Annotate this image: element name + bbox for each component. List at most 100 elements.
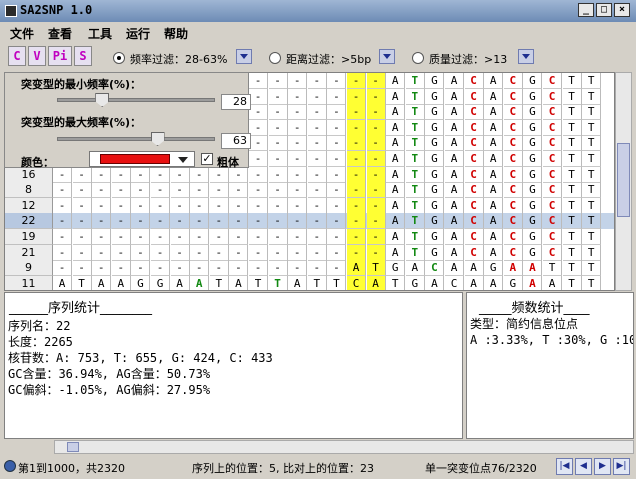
horizontal-scroll-thumb[interactable]: [67, 442, 79, 452]
alignment-cell[interactable]: T: [582, 213, 602, 230]
alignment-cell[interactable]: T: [582, 104, 602, 121]
close-button[interactable]: ×: [614, 3, 630, 17]
table-row[interactable]: 11 A T A A G G A A T A T T A T T C A T G A C A A G A A T T: [5, 275, 614, 290]
alignment-cell[interactable]: C: [503, 244, 523, 261]
alignment-cell[interactable]: A: [386, 151, 406, 167]
alignment-cell[interactable]: -: [92, 260, 112, 277]
horizontal-scrollbar[interactable]: [54, 440, 634, 454]
alignment-cell[interactable]: -: [190, 197, 210, 214]
alignment-cell[interactable]: -: [347, 197, 366, 214]
alignment-cell[interactable]: T: [405, 151, 425, 167]
alignment-cell[interactable]: C: [464, 88, 484, 105]
alignment-cell[interactable]: T: [405, 119, 425, 136]
alignment-cell[interactable]: -: [366, 88, 386, 105]
alignment-cell[interactable]: A: [386, 182, 406, 199]
alignment-cell[interactable]: A: [484, 229, 504, 245]
alignment-cell[interactable]: -: [249, 73, 268, 89]
alignment-cell[interactable]: -: [327, 229, 347, 245]
alignment-cell[interactable]: C: [503, 229, 523, 245]
alignment-cell[interactable]: -: [72, 229, 92, 245]
alignment-cell[interactable]: T: [582, 275, 602, 290]
alignment-cell[interactable]: T: [582, 119, 602, 136]
alignment-cell[interactable]: -: [111, 260, 131, 277]
alignment-cell[interactable]: G: [425, 119, 445, 136]
alignment-cell[interactable]: A: [445, 119, 464, 136]
bold-checkbox[interactable]: ✓: [201, 153, 213, 165]
alignment-cell[interactable]: T: [249, 275, 268, 290]
alignment-cell[interactable]: C: [503, 88, 523, 105]
alignment-cell[interactable]: A: [445, 182, 464, 199]
alignment-cell[interactable]: -: [327, 88, 347, 105]
previous-page-icon[interactable]: ◀: [575, 458, 592, 475]
alignment-cell[interactable]: A: [112, 275, 131, 290]
alignment-cell[interactable]: -: [131, 229, 151, 245]
alignment-cell[interactable]: -: [111, 229, 131, 245]
alignment-cell[interactable]: G: [425, 135, 445, 152]
alignment-cell[interactable]: G: [131, 275, 151, 290]
alignment-cell[interactable]: -: [131, 244, 151, 261]
alignment-cell[interactable]: -: [249, 229, 268, 245]
alignment-cell[interactable]: C: [543, 166, 562, 183]
alignment-cell[interactable]: -: [131, 182, 151, 199]
alignment-cell[interactable]: T: [405, 197, 425, 214]
alignment-cell[interactable]: C: [464, 119, 484, 136]
alignment-cell[interactable]: G: [425, 213, 445, 230]
alignment-cell[interactable]: T: [366, 260, 386, 277]
alignment-cell[interactable]: A: [445, 104, 464, 121]
alignment-cell[interactable]: -: [288, 135, 308, 152]
alignment-cell[interactable]: -: [209, 197, 229, 214]
alignment-cell[interactable]: -: [111, 244, 131, 261]
alignment-cell[interactable]: -: [307, 213, 327, 230]
alignment-cell[interactable]: A: [386, 197, 406, 214]
alignment-cell[interactable]: -: [288, 229, 308, 245]
alignment-cell[interactable]: -: [347, 73, 366, 89]
alignment-cell[interactable]: -: [151, 213, 170, 230]
alignment-cell[interactable]: -: [209, 182, 229, 199]
alignment-cell[interactable]: -: [53, 166, 72, 183]
alignment-cell[interactable]: A: [386, 88, 406, 105]
alignment-cell[interactable]: -: [347, 119, 366, 136]
alignment-cell[interactable]: A: [523, 275, 543, 290]
alignment-cell[interactable]: T: [386, 275, 406, 290]
alignment-cell[interactable]: -: [170, 260, 190, 277]
alignment-cell[interactable]: -: [327, 135, 347, 152]
alignment-cell[interactable]: A: [445, 229, 464, 245]
alignment-cell[interactable]: -: [170, 166, 190, 183]
alignment-cell[interactable]: -: [111, 166, 131, 183]
alignment-cell[interactable]: -: [249, 135, 268, 152]
alignment-cell[interactable]: -: [288, 151, 308, 167]
alignment-cell[interactable]: -: [366, 166, 386, 183]
alignment-cell[interactable]: -: [268, 182, 288, 199]
alignment-cell[interactable]: -: [268, 151, 288, 167]
alignment-cell[interactable]: C: [347, 275, 366, 290]
alignment-cell[interactable]: -: [53, 197, 72, 214]
alignment-cell[interactable]: -: [327, 197, 347, 214]
toolbar-v-button[interactable]: V: [28, 46, 46, 66]
alignment-cell[interactable]: A: [484, 151, 504, 167]
alignment-cell[interactable]: -: [307, 166, 327, 183]
alignment-cell[interactable]: -: [229, 260, 249, 277]
alignment-cell[interactable]: -: [151, 229, 170, 245]
alignment-cell[interactable]: T: [405, 182, 425, 199]
alignment-cell[interactable]: -: [347, 166, 366, 183]
alignment-cell[interactable]: -: [307, 229, 327, 245]
alignment-cell[interactable]: -: [72, 182, 92, 199]
alignment-cell[interactable]: A: [386, 244, 406, 261]
alignment-cell[interactable]: C: [543, 88, 562, 105]
alignment-cell[interactable]: A: [445, 88, 464, 105]
alignment-cell[interactable]: A: [386, 119, 406, 136]
alignment-cell[interactable]: A: [445, 135, 464, 152]
alignment-cell[interactable]: T: [543, 260, 562, 277]
alignment-cell[interactable]: -: [92, 244, 112, 261]
alignment-cell[interactable]: -: [92, 213, 112, 230]
alignment-cell[interactable]: -: [347, 104, 366, 121]
alignment-cell[interactable]: -: [268, 166, 288, 183]
alignment-cell[interactable]: A: [484, 275, 504, 290]
next-page-icon[interactable]: ▶: [594, 458, 611, 475]
alignment-cell[interactable]: -: [131, 197, 151, 214]
alignment-cell[interactable]: T: [563, 275, 582, 290]
alignment-cell[interactable]: -: [151, 166, 170, 183]
alignment-cell[interactable]: -: [366, 197, 386, 214]
alignment-cell[interactable]: -: [268, 135, 288, 152]
alignment-cell[interactable]: A: [445, 260, 464, 277]
